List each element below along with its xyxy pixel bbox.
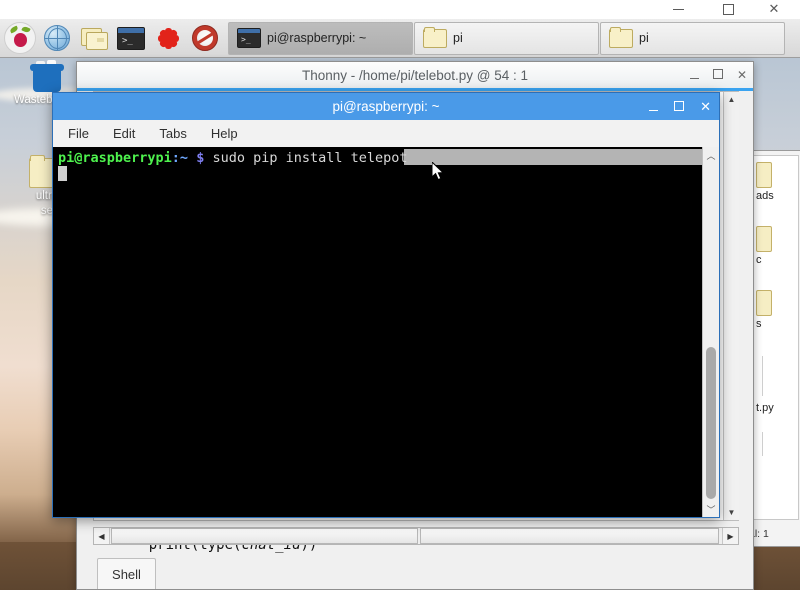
terminal-prompt-line: pi@raspberrypi:~ $ sudo pip install tele… [58, 150, 408, 166]
menu-help[interactable]: Help [208, 124, 241, 143]
terminal-scrollbar[interactable]: ︿ ﹀ [702, 147, 719, 517]
list-item-label: c [756, 254, 762, 266]
list-item-label: t.py [756, 402, 774, 414]
prompt-path: :~ [171, 150, 189, 166]
terminal-icon: >_ [237, 28, 261, 48]
scroll-down-arrow[interactable]: ▼ [724, 505, 739, 520]
list-item-label: s [756, 318, 762, 330]
menu-tabs[interactable]: Tabs [156, 124, 189, 143]
terminal-menubar: File Edit Tabs Help [53, 120, 719, 148]
list-item[interactable]: t.py [756, 402, 800, 414]
thonny-window-controls: ✕ [689, 62, 747, 88]
raspberry-icon [4, 22, 36, 54]
thonny-title-text: Thonny - /home/pi/telebot.py @ 54 : 1 [301, 67, 529, 83]
outer-close-button[interactable]: ✕ [754, 0, 794, 19]
terminal-icon: >_ [117, 26, 145, 50]
taskbar-window-buttons: >_ pi@raspberrypi: ~ pi pi [228, 21, 785, 55]
divider [762, 356, 763, 396]
screen: ✕ >_ >_ pi@raspberrypi: ~ pi pi Wastebas… [0, 0, 800, 590]
launcher-wolfram[interactable] [188, 21, 222, 55]
editor-vertical-scrollbar[interactable]: ▲ ▼ [723, 92, 739, 520]
list-item[interactable]: ads [756, 162, 800, 202]
scroll-down-arrow[interactable]: ﹀ [703, 501, 719, 517]
folders-icon [81, 27, 108, 50]
globe-icon [44, 25, 70, 51]
terminal-cursor [58, 166, 67, 181]
hscroll-thumb-left[interactable] [111, 528, 418, 544]
scroll-up-arrow[interactable]: ︿ [703, 147, 719, 163]
thonny-minimize-button[interactable] [689, 68, 699, 82]
list-item[interactable]: s [756, 290, 800, 330]
mouse-pointer [431, 160, 446, 182]
taskbar-button-terminal[interactable]: >_ pi@raspberrypi: ~ [228, 21, 413, 55]
terminal-command: sudo pip install telepot [204, 150, 408, 166]
taskbar-button-files-1[interactable]: pi [414, 21, 599, 55]
terminal-scroll-thumb[interactable] [706, 347, 716, 499]
thonny-titlebar: Thonny - /home/pi/telebot.py @ 54 : 1 ✕ [77, 62, 753, 91]
terminal-window[interactable]: pi@raspberrypi: ~ ✕ File Edit Tabs Help … [52, 92, 720, 518]
launcher-web-browser[interactable] [40, 21, 74, 55]
outer-minimize-button[interactable] [658, 0, 698, 19]
taskbar-button-label: pi@raspberrypi: ~ [267, 31, 367, 45]
hscroll-thumb-right[interactable] [420, 528, 719, 544]
outer-maximize-button[interactable] [708, 0, 748, 19]
outer-window-titlebar: ✕ [0, 0, 800, 20]
taskbar-launchers: >_ [0, 21, 222, 55]
taskbar-button-label: pi [639, 31, 649, 45]
list-item-label: ads [756, 190, 774, 202]
launcher-file-manager[interactable] [77, 21, 111, 55]
thonny-maximize-button[interactable] [712, 68, 723, 82]
trash-icon [29, 60, 65, 92]
taskbar: >_ >_ pi@raspberrypi: ~ pi pi [0, 19, 800, 58]
terminal-maximize-button[interactable] [674, 99, 685, 114]
folder-icon [423, 26, 447, 48]
tab-shell[interactable]: Shell [97, 558, 156, 589]
launcher-raspberry-menu[interactable] [3, 21, 37, 55]
taskbar-button-files-2[interactable]: pi [600, 21, 785, 55]
taskbar-button-label: pi [453, 31, 463, 45]
file-manager-list[interactable]: ads c s t.py [749, 155, 799, 520]
divider [762, 432, 763, 456]
terminal-screen[interactable]: pi@raspberrypi:~ $ sudo pip install tele… [53, 147, 719, 517]
list-item[interactable]: c [756, 226, 800, 266]
thonny-close-button[interactable]: ✕ [737, 68, 747, 82]
folder-icon [609, 26, 633, 48]
scroll-up-arrow[interactable]: ▲ [724, 92, 739, 107]
terminal-close-button[interactable]: ✕ [700, 99, 711, 115]
red-starburst-icon [156, 26, 180, 50]
menu-file[interactable]: File [65, 124, 92, 143]
launcher-terminal[interactable]: >_ [114, 21, 148, 55]
terminal-titlebar: pi@raspberrypi: ~ ✕ [53, 93, 719, 120]
terminal-window-controls: ✕ [649, 93, 711, 120]
launcher-mathematica[interactable] [151, 21, 185, 55]
scroll-right-arrow[interactable]: ▶ [722, 528, 738, 544]
wolfram-icon [192, 25, 218, 51]
terminal-minimize-button[interactable] [649, 99, 659, 114]
terminal-title-text: pi@raspberrypi: ~ [332, 99, 440, 114]
terminal-selection-highlight [404, 149, 704, 165]
scroll-left-arrow[interactable]: ◀ [94, 528, 110, 544]
menu-edit[interactable]: Edit [110, 124, 138, 143]
editor-horizontal-scrollbar[interactable]: ◀ ▶ [93, 527, 739, 545]
prompt-user-host: pi@raspberrypi [58, 150, 172, 166]
